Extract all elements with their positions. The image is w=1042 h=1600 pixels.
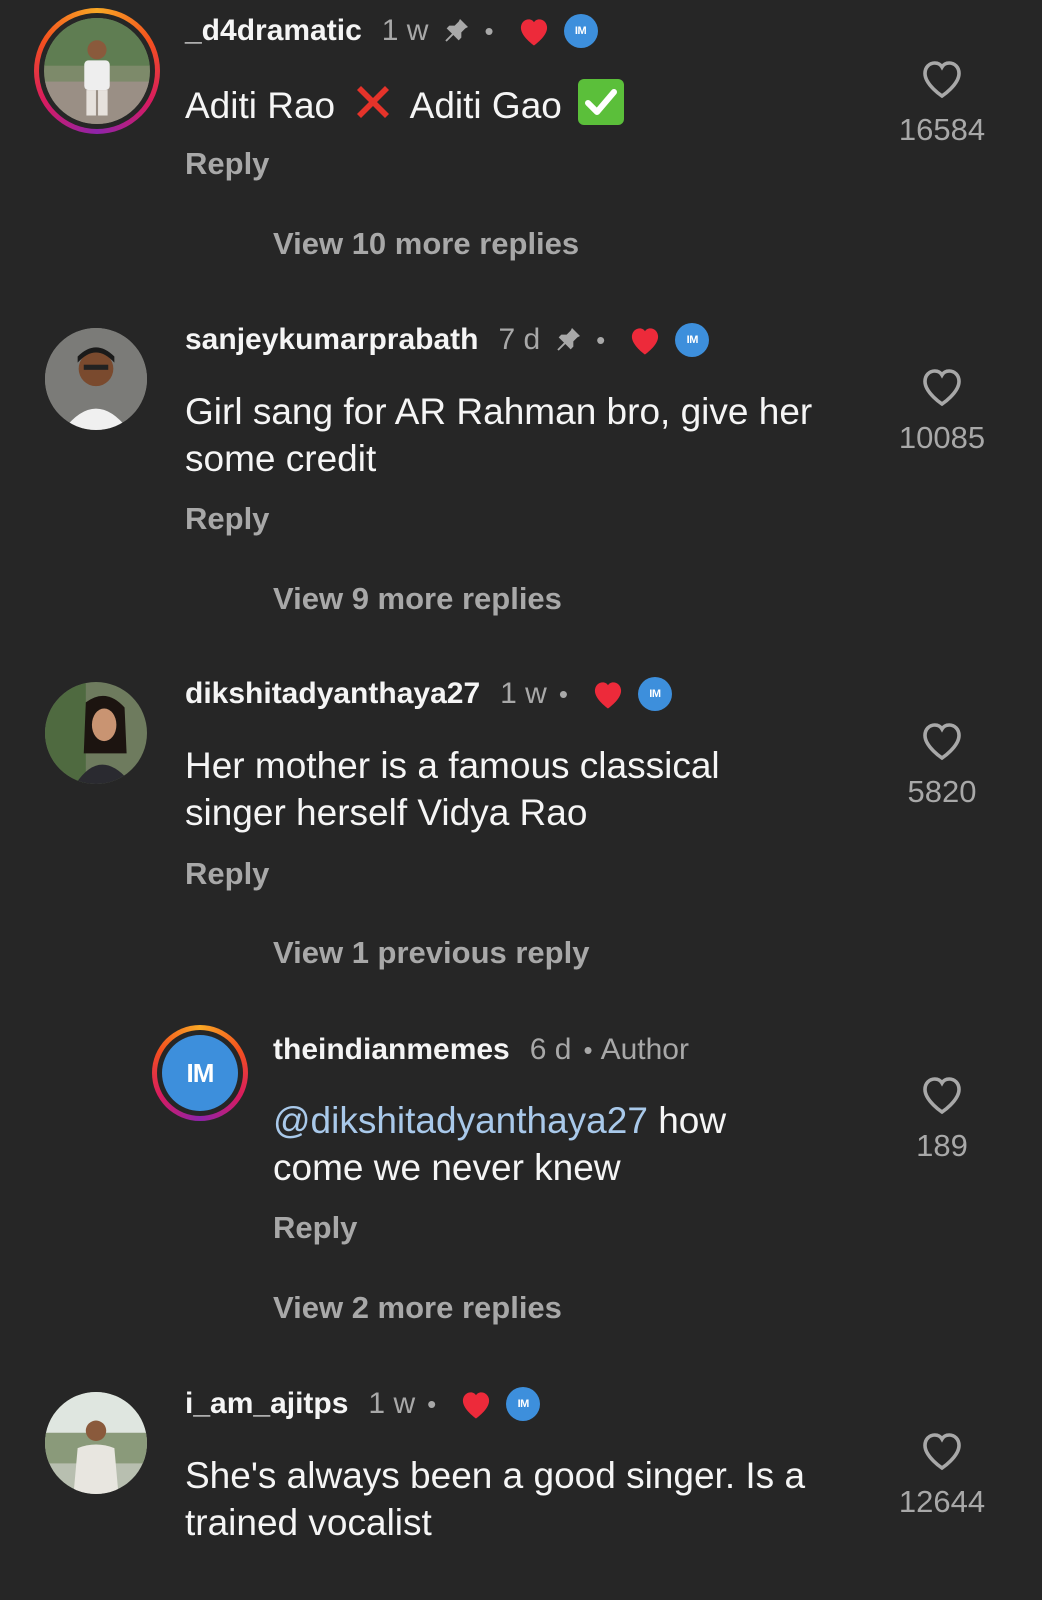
like-button[interactable]: 12644 bbox=[892, 1428, 992, 1520]
username[interactable]: _d4dramatic bbox=[185, 14, 362, 48]
view-previous-reply-button[interactable]: View 1 previous reply bbox=[273, 935, 589, 971]
separator-dot: • bbox=[558, 678, 568, 709]
pin-icon bbox=[440, 15, 472, 47]
like-count: 5820 bbox=[907, 774, 977, 809]
separator-dot: • bbox=[596, 324, 606, 355]
im-logo: IM bbox=[186, 1057, 215, 1088]
im-badge-icon: IM bbox=[506, 1387, 541, 1421]
user-avatar[interactable] bbox=[45, 682, 147, 784]
comment-text: Aditi Rao Aditi Gao bbox=[185, 79, 625, 129]
comment-text: Her mother is a famous classical singer … bbox=[185, 742, 720, 836]
check-mark-icon bbox=[578, 79, 625, 125]
view-replies-button[interactable]: View 9 more replies bbox=[273, 581, 562, 617]
heart-outline-icon[interactable] bbox=[918, 1072, 966, 1116]
cross-mark-icon bbox=[351, 80, 395, 124]
pin-icon bbox=[552, 324, 584, 356]
like-count: 12644 bbox=[898, 1484, 986, 1519]
comment-time: 1 w bbox=[500, 677, 547, 710]
comment-text-line: come we never knew bbox=[273, 1147, 621, 1188]
comment-text: She's always been a good singer. Is a tr… bbox=[185, 1452, 805, 1546]
avatar-photo bbox=[45, 682, 147, 784]
like-count: 16584 bbox=[898, 112, 986, 147]
user-avatar[interactable] bbox=[45, 328, 147, 430]
comment-text: Girl sang for AR Rahman bro, give her so… bbox=[185, 388, 812, 482]
reply-button[interactable]: Reply bbox=[185, 146, 269, 182]
reply-button[interactable]: Reply bbox=[185, 501, 269, 537]
like-button[interactable]: 5820 bbox=[892, 718, 992, 810]
comment-time: 1 w bbox=[368, 1387, 416, 1420]
author-liked-heart-icon bbox=[458, 1388, 494, 1420]
separator-dot: • bbox=[484, 15, 494, 46]
username[interactable]: dikshitadyanthaya27 bbox=[185, 677, 480, 711]
like-button[interactable]: 16584 bbox=[892, 56, 992, 148]
comment-time: 1 w bbox=[381, 14, 429, 47]
avatar-photo bbox=[45, 1392, 147, 1494]
author-label: Author bbox=[600, 1033, 689, 1066]
view-replies-button[interactable]: View 10 more replies bbox=[273, 226, 579, 262]
comment-text-line: some credit bbox=[185, 438, 377, 479]
heart-outline-icon[interactable] bbox=[918, 1428, 966, 1472]
comment-time: 6 d bbox=[529, 1033, 572, 1066]
avatar-photo bbox=[44, 18, 150, 124]
reply-button[interactable]: Reply bbox=[185, 856, 269, 892]
like-button[interactable]: 10085 bbox=[892, 364, 992, 456]
im-badge-icon: IM bbox=[563, 14, 598, 48]
author-liked-heart-icon bbox=[516, 15, 552, 47]
im-badge-icon: IM bbox=[675, 323, 710, 357]
heart-outline-icon[interactable] bbox=[918, 364, 966, 408]
comment-text-line: trained vocalist bbox=[185, 1502, 432, 1543]
comment-text-line: Girl sang for AR Rahman bro, give her bbox=[185, 391, 813, 432]
like-count: 189 bbox=[916, 1128, 968, 1163]
avatar-photo bbox=[45, 328, 147, 430]
heart-outline-icon[interactable] bbox=[918, 718, 966, 762]
separator-dot: • bbox=[427, 1388, 437, 1419]
comment-text: @dikshitadyanthaya27 how come we never k… bbox=[273, 1097, 726, 1191]
im-badge-icon: IM bbox=[637, 677, 672, 711]
author-avatar[interactable]: IM bbox=[152, 1025, 248, 1121]
reply-button[interactable]: Reply bbox=[273, 1210, 357, 1246]
separator-dot: • bbox=[583, 1034, 593, 1065]
author-liked-heart-icon bbox=[590, 678, 626, 710]
user-avatar[interactable] bbox=[45, 1392, 147, 1494]
comment-text-line: singer herself Vidya Rao bbox=[185, 792, 588, 833]
user-avatar[interactable] bbox=[34, 8, 160, 134]
username[interactable]: sanjeykumarprabath bbox=[185, 323, 478, 357]
like-count: 10085 bbox=[898, 420, 986, 455]
like-button[interactable]: 189 bbox=[892, 1072, 992, 1164]
comment-time: 7 d bbox=[498, 323, 541, 356]
mention-link[interactable]: @dikshitadyanthaya27 bbox=[273, 1100, 648, 1141]
view-replies-button[interactable]: View 2 more replies bbox=[273, 1290, 562, 1326]
username[interactable]: i_am_ajitps bbox=[185, 1387, 348, 1421]
comment-text-line: She's always been a good singer. Is a bbox=[185, 1455, 806, 1496]
comment-text-line: Her mother is a famous classical bbox=[185, 745, 720, 786]
author-liked-heart-icon bbox=[627, 324, 663, 356]
username[interactable]: theindianmemes bbox=[273, 1033, 510, 1067]
heart-outline-icon[interactable] bbox=[918, 56, 966, 100]
